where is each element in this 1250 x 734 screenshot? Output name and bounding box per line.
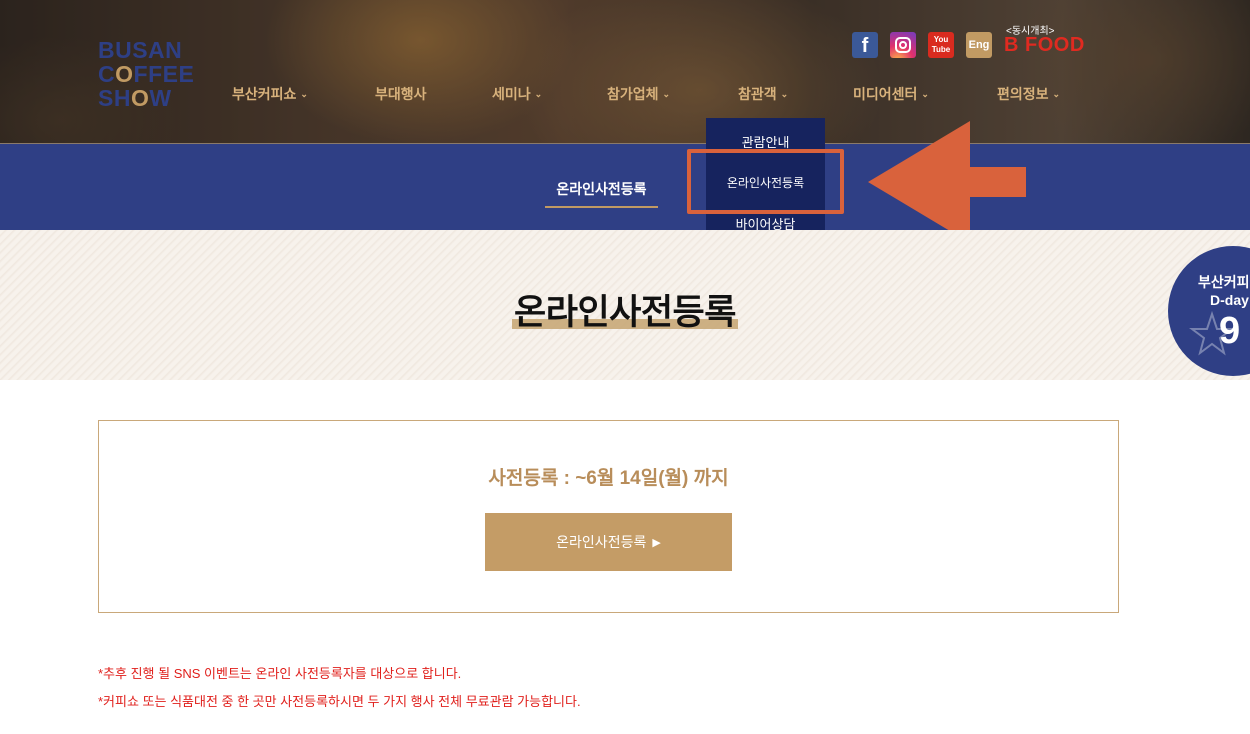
registration-box: 사전등록 : ~6월 14일(월) 까지 온라인사전등록 ▶ <box>98 420 1119 613</box>
note-free-admission: *커피쇼 또는 식품대전 중 한 곳만 사전등록하시면 두 가지 행사 전체 무… <box>98 694 581 709</box>
sub-nav-bar: 온라인사전등록 <box>0 144 1250 230</box>
chevron-down-icon: ⌄ <box>534 89 543 99</box>
chevron-down-icon: ⌄ <box>1052 89 1061 99</box>
header: BUSAN COFFEE SHOW 부산커피쇼 ⌄ 부대행사 세미나 ⌄ 참가업체 ⌄… <box>0 0 1250 144</box>
play-arrow-icon: ▶ <box>652 536 661 549</box>
nav-item-exhibitors[interactable]: 참가업체 ⌄ <box>607 84 670 104</box>
page-title: 온라인사전등록 <box>512 293 738 332</box>
nav-item-seminar[interactable]: 세미나 ⌄ <box>492 84 542 104</box>
dday-title: 부산커피 <box>1198 274 1250 290</box>
registration-deadline: 사전등록 : ~6월 14일(월) 까지 <box>488 468 729 489</box>
instagram-lens <box>899 41 907 49</box>
nav-item-media-center[interactable]: 미디어센터 ⌄ <box>853 84 929 104</box>
main-nav: 부산커피쇼 ⌄ 부대행사 세미나 ⌄ 참가업체 ⌄ 참관객 ⌄ 미디어센터 ⌄ 편의정보 ⌄ <box>0 84 1250 108</box>
page-title-wrap: 온라인사전등록 <box>0 284 1250 335</box>
dday-label: D-day <box>1210 292 1249 308</box>
chevron-down-icon: ⌄ <box>300 89 308 99</box>
annotation-arrow-icon <box>868 121 1026 243</box>
bofood-logo: B FOOD <box>1004 34 1085 56</box>
nav-item-convenience[interactable]: 편의정보 ⌄ <box>997 84 1060 104</box>
bofood-logo-link[interactable]: <동시개최> B FOOD <box>1004 22 1104 62</box>
online-preregistration-button[interactable]: 온라인사전등록 ▶ <box>485 513 732 571</box>
logo-line-1: BUSAN <box>98 37 183 63</box>
chevron-down-icon: ⌄ <box>921 89 929 99</box>
youtube-label-you: You <box>933 35 949 44</box>
note-sns-event: *추후 진행 될 SNS 이벤트는 온라인 사전등록자를 대상으로 합니다. <box>98 666 462 681</box>
instagram-icon[interactable] <box>890 32 916 58</box>
page-title-band: 온라인사전등록 <box>0 230 1250 380</box>
logo-line-2: COFFEE <box>98 61 195 87</box>
youtube-icon[interactable]: You Tube <box>928 32 954 58</box>
english-language-button[interactable]: Eng <box>966 32 992 58</box>
nav-item-coffee-show[interactable]: 부산커피쇼 ⌄ <box>232 84 308 104</box>
facebook-icon[interactable]: f <box>852 32 878 58</box>
nav-item-side-events[interactable]: 부대행사 <box>375 84 427 104</box>
youtube-label-tube: Tube <box>931 45 951 54</box>
notes: *추후 진행 될 SNS 이벤트는 온라인 사전등록자를 대상으로 합니다. *… <box>98 660 998 716</box>
nav-item-visitors[interactable]: 참관객 ⌄ <box>738 84 788 104</box>
dday-number: 9 <box>1219 310 1241 352</box>
page-root: BUSAN COFFEE SHOW 부산커피쇼 ⌄ 부대행사 세미나 ⌄ 참가업체 ⌄… <box>0 0 1250 734</box>
annotation-highlight-box <box>687 149 844 214</box>
chevron-down-icon: ⌄ <box>780 89 789 99</box>
chevron-down-icon: ⌄ <box>662 89 671 99</box>
tab-online-preregistration[interactable]: 온라인사전등록 <box>545 179 658 208</box>
